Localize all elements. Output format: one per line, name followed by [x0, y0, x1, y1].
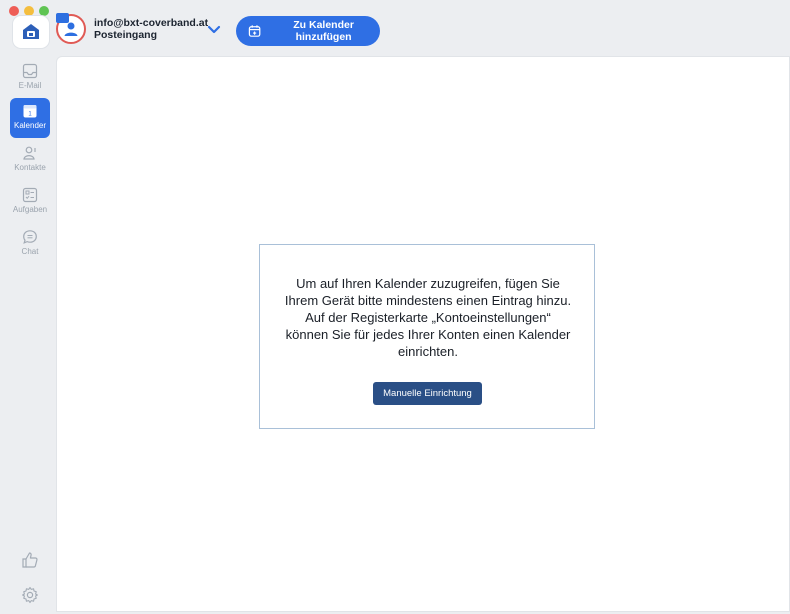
chat-icon [23, 230, 37, 244]
notice-line: Auf der Registerkarte „Kontoeinstellunge… [305, 310, 551, 325]
close-window-button[interactable] [9, 6, 19, 16]
notice-line: einrichten. [398, 344, 458, 359]
sidebar-item-label: Aufgaben [12, 205, 48, 214]
window-controls [9, 6, 49, 16]
add-to-calendar-button[interactable]: Zu Kalender hinzufügen [236, 16, 380, 46]
sidebar-item-email[interactable]: E-Mail [10, 58, 50, 98]
account-email: info@bxt-coverband.at [94, 17, 209, 29]
thumbs-up-icon[interactable] [20, 550, 40, 570]
notice-line: können Sie für jedes Ihrer Konten einen … [285, 327, 571, 342]
zoom-window-button[interactable] [39, 6, 49, 16]
sidebar-item-tasks[interactable]: Aufgaben [10, 182, 50, 222]
sidebar-item-calendar[interactable]: 1 Kalender [10, 98, 50, 138]
add-to-calendar-label: Zu Kalender hinzufügen [293, 19, 354, 43]
sidebar-item-chat[interactable]: Chat [10, 224, 50, 264]
chevron-down-icon[interactable] [206, 24, 222, 36]
account-folder: Posteingang [94, 29, 158, 41]
account-switcher[interactable]: info@bxt-coverband.at Posteingang [56, 13, 209, 44]
sidebar-item-label: Chat [21, 247, 39, 256]
gear-icon[interactable] [20, 585, 40, 605]
sidebar-item-label: E-Mail [18, 81, 42, 90]
calendar-icon: 1 [23, 105, 37, 118]
sidebar-item-label: Kalender [13, 121, 47, 130]
notice-line: Ihrem Gerät bitte mindestens einen Eintr… [284, 293, 572, 308]
inbox-icon [22, 63, 38, 79]
sidebar-item-contacts[interactable]: Kontakte [10, 140, 50, 180]
top-bar: info@bxt-coverband.at Posteingang Zu Kal… [0, 0, 790, 56]
contacts-icon [23, 146, 36, 160]
avatar [56, 13, 86, 44]
manual-setup-button[interactable]: Manuelle Einrichtung [373, 382, 482, 405]
mail-app-icon [23, 24, 39, 39]
app-logo[interactable] [13, 16, 49, 48]
empty-calendar-notice: Um auf Ihren Kalender zuzugreifen, fügen… [259, 244, 595, 429]
sidebar: E-Mail 1 Kalender Kontakte Aufgaben Chat [0, 56, 54, 614]
app-window: info@bxt-coverband.at Posteingang Zu Kal… [0, 0, 790, 614]
sidebar-item-label: Kontakte [14, 163, 46, 172]
calendar-main-panel: Um auf Ihren Kalender zuzugreifen, fügen… [56, 56, 790, 612]
notice-text: Um auf Ihren Kalender zuzugreifen, fügen… [274, 275, 582, 360]
mail-badge-icon [56, 13, 69, 23]
calendar-add-icon [248, 25, 261, 37]
notice-line: Um auf Ihren Kalender zuzugreifen, fügen… [296, 276, 560, 291]
minimize-window-button[interactable] [24, 6, 34, 16]
tasks-icon [22, 187, 38, 203]
